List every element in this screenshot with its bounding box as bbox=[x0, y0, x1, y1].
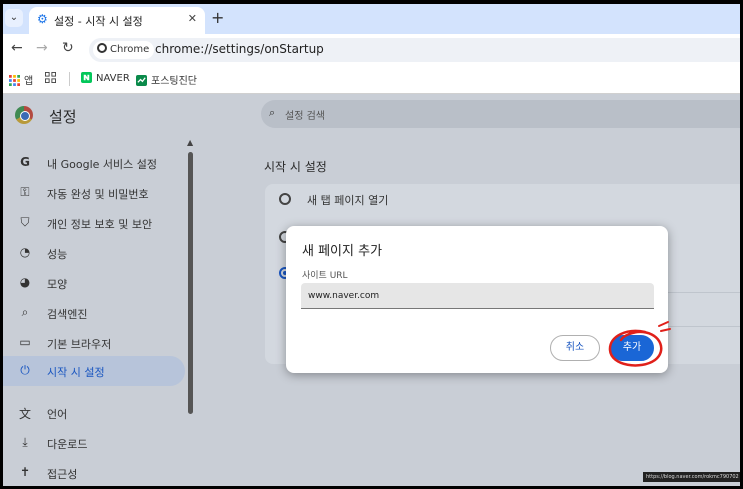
bookmark-label: NAVER bbox=[96, 73, 130, 84]
bookmark-grid[interactable] bbox=[45, 72, 60, 84]
bookmark-separator bbox=[69, 72, 70, 86]
scroll-up-arrow[interactable]: ▲ bbox=[187, 138, 193, 147]
tab-search-button[interactable]: ⌄ bbox=[5, 9, 23, 27]
bookmark-label: 앱 bbox=[24, 76, 34, 87]
sidebar-item-performance[interactable]: ◔ 성능 bbox=[3, 238, 185, 268]
grid-icon bbox=[45, 72, 56, 83]
cancel-button[interactable]: 취소 bbox=[550, 335, 600, 361]
sidebar-scrollbar[interactable] bbox=[188, 152, 193, 414]
naver-icon bbox=[81, 72, 92, 83]
sidebar-item-label: 모양 bbox=[47, 278, 68, 291]
key-icon: ⚿ bbox=[20, 185, 30, 199]
site-chip[interactable]: Chrome bbox=[93, 41, 155, 59]
url-text[interactable]: chrome://settings/onStartup bbox=[155, 42, 324, 56]
watermark: https://blog.naver.com/rokmc790702 bbox=[643, 472, 740, 482]
gauge-icon: ◔ bbox=[19, 245, 31, 259]
download-icon: ⤓ bbox=[22, 435, 28, 449]
google-icon: G bbox=[20, 155, 30, 169]
bookmark-label: 포스팅진단 bbox=[151, 76, 197, 87]
sidebar-item-label: 언어 bbox=[47, 408, 68, 421]
search-icon: ⌕ bbox=[21, 305, 29, 319]
shield-icon: ⛉ bbox=[20, 215, 30, 229]
close-icon[interactable]: ✕ bbox=[188, 12, 197, 25]
search-icon: ⌕ bbox=[269, 106, 276, 119]
tab-strip: ⌄ ⚙ 설정 - 시작 시 설정 ✕ + bbox=[3, 4, 740, 34]
sidebar-item-label: 기본 브라우저 bbox=[47, 338, 112, 351]
sidebar-item-appearance[interactable]: ◕ 모양 bbox=[3, 268, 185, 298]
tab-settings[interactable]: ⚙ 설정 - 시작 시 설정 ✕ bbox=[29, 7, 205, 34]
browser-window: ⌄ ⚙ 설정 - 시작 시 설정 ✕ + ← → ↻ Chrome chrome… bbox=[3, 4, 740, 486]
sidebar-item-label: 다운로드 bbox=[47, 438, 88, 451]
startup-option-label: 새 탭 페이지 열기 bbox=[307, 194, 389, 207]
browser-icon: ▭ bbox=[19, 335, 31, 349]
sidebar-item-default-browser[interactable]: ▭ 기본 브라우저 bbox=[3, 328, 185, 358]
bookmark-posting[interactable]: 포스팅진단 bbox=[136, 72, 197, 87]
sidebar-item-privacy[interactable]: ⛉ 개인 정보 보호 및 보안 bbox=[3, 208, 185, 238]
chart-icon bbox=[136, 75, 147, 86]
sidebar-item-label: 자동 완성 및 비밀번호 bbox=[47, 188, 149, 201]
palette-icon: ◕ bbox=[19, 275, 31, 289]
startup-option-new-tab[interactable]: 새 탭 페이지 열기 bbox=[265, 184, 740, 214]
sidebar-item-autofill[interactable]: ⚿ 자동 완성 및 비밀번호 bbox=[3, 178, 185, 208]
sidebar-item-label: 내 Google 서비스 설정 bbox=[47, 158, 157, 171]
bookmarks-bar: 앱 NAVER 포스팅진단 bbox=[3, 64, 740, 94]
address-bar[interactable]: Chrome chrome://settings/onStartup bbox=[89, 38, 740, 62]
sidebar-item-downloads[interactable]: ⤓ 다운로드 bbox=[3, 428, 185, 458]
radio-button[interactable] bbox=[279, 193, 291, 205]
accessibility-icon: ✝ bbox=[19, 465, 31, 479]
apps-icon bbox=[9, 75, 20, 86]
sidebar-item-label: 개인 정보 보호 및 보안 bbox=[47, 218, 153, 231]
site-chip-label: Chrome bbox=[110, 44, 150, 55]
reload-button[interactable]: ↻ bbox=[62, 40, 74, 56]
sidebar-item-languages[interactable]: 文 언어 bbox=[3, 398, 185, 428]
sidebar-item-label: 검색엔진 bbox=[47, 308, 88, 321]
sidebar-item-on-startup[interactable]: ⏻ 시작 시 설정 bbox=[3, 356, 185, 386]
tab-title: 설정 - 시작 시 설정 bbox=[54, 15, 143, 28]
sidebar-item-search-engine[interactable]: ⌕ 검색엔진 bbox=[3, 298, 185, 328]
chrome-logo-icon bbox=[15, 106, 33, 124]
sidebar-item-label: 성능 bbox=[47, 248, 68, 261]
settings-sidebar: G 내 Google 서비스 설정 ⚿ 자동 완성 및 비밀번호 ⛉ 개인 정보… bbox=[3, 140, 193, 486]
add-page-dialog: 새 페이지 추가 사이트 URL 취소 추가 bbox=[286, 226, 668, 373]
add-button[interactable]: 추가 bbox=[610, 335, 654, 361]
chrome-icon bbox=[97, 43, 107, 53]
back-button[interactable]: ← bbox=[11, 40, 23, 56]
power-icon: ⏻ bbox=[20, 363, 30, 377]
translate-icon: 文 bbox=[18, 407, 31, 421]
sidebar-item-label: 시작 시 설정 bbox=[47, 366, 105, 379]
sidebar-item-accessibility[interactable]: ✝ 접근성 bbox=[3, 458, 185, 486]
section-title: 시작 시 설정 bbox=[264, 160, 327, 174]
new-tab-button[interactable]: + bbox=[211, 8, 224, 27]
sidebar-item-label: 접근성 bbox=[47, 468, 78, 481]
forward-button[interactable]: → bbox=[36, 40, 48, 56]
settings-search-input[interactable]: ⌕ 설정 검색 bbox=[261, 100, 740, 128]
toolbar: ← → ↻ Chrome chrome://settings/onStartup bbox=[3, 34, 740, 64]
dialog-title: 새 페이지 추가 bbox=[302, 244, 383, 259]
bookmark-naver[interactable]: NAVER bbox=[81, 72, 130, 84]
page-title: 설정 bbox=[49, 108, 77, 126]
search-placeholder: 설정 검색 bbox=[285, 111, 325, 122]
gear-icon: ⚙ bbox=[37, 12, 48, 26]
sidebar-item-google[interactable]: G 내 Google 서비스 설정 bbox=[3, 148, 185, 178]
bookmark-apps[interactable]: 앱 bbox=[9, 72, 33, 87]
site-url-input[interactable] bbox=[301, 283, 654, 309]
site-url-label: 사이트 URL bbox=[302, 271, 348, 281]
